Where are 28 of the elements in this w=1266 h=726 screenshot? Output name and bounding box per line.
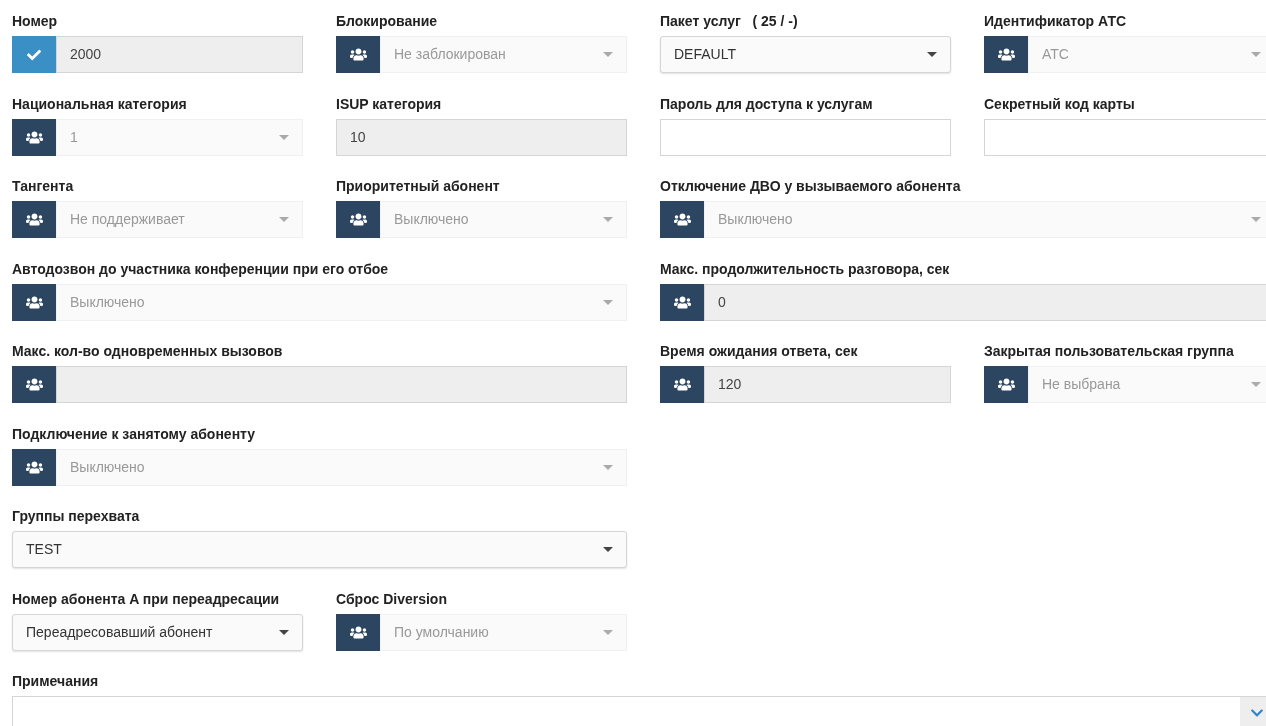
field-label: Макс. продолжительность разговора, сек: [660, 259, 951, 279]
field-label: Номер: [12, 12, 59, 31]
field-label: Автодозвон до участника конференции при его отбое: [12, 259, 390, 279]
field-label: Приоритетный абонент: [336, 177, 501, 196]
field-label: Идентификатор АТС: [984, 12, 1128, 31]
input-field[interactable]: 120: [704, 366, 951, 403]
field-label: Национальная категория: [12, 94, 188, 114]
field-label: Примечания: [12, 672, 100, 691]
input-field[interactable]: 0: [704, 283, 1266, 321]
select-field[interactable]: Переадресовавший абонент: [12, 613, 303, 651]
input-field[interactable]: 10: [336, 118, 627, 156]
field-label: Макс. кол-во одновременных вызовов: [12, 342, 284, 361]
field-label: Секретный код карты: [984, 94, 1136, 114]
field-label: Тангента: [12, 177, 75, 196]
field-label: Пароль для доступа к услугам: [660, 94, 874, 114]
field-label: Пакет услуг ( 25 / -): [660, 12, 799, 31]
field-label: Группы перехвата: [12, 507, 141, 526]
field-label: Отключение ДВО у вызываемого абонента: [660, 177, 962, 196]
input-field[interactable]: 2000: [56, 36, 303, 73]
field-label: ISUP категория: [336, 94, 443, 114]
select-field[interactable]: TEST: [12, 531, 627, 568]
field-label: Номер абонента A при переадресации: [12, 589, 281, 609]
field-label: Время ожидания ответа, сек: [660, 342, 859, 361]
field-label: Закрытая пользовательская группа: [984, 342, 1235, 361]
select-field[interactable]: DEFAULT: [660, 36, 951, 73]
field-label: Подключение к занятому абоненту: [12, 424, 257, 444]
field-label: Блокирование: [336, 12, 439, 31]
field-label: Сброс Diversion: [336, 589, 448, 609]
